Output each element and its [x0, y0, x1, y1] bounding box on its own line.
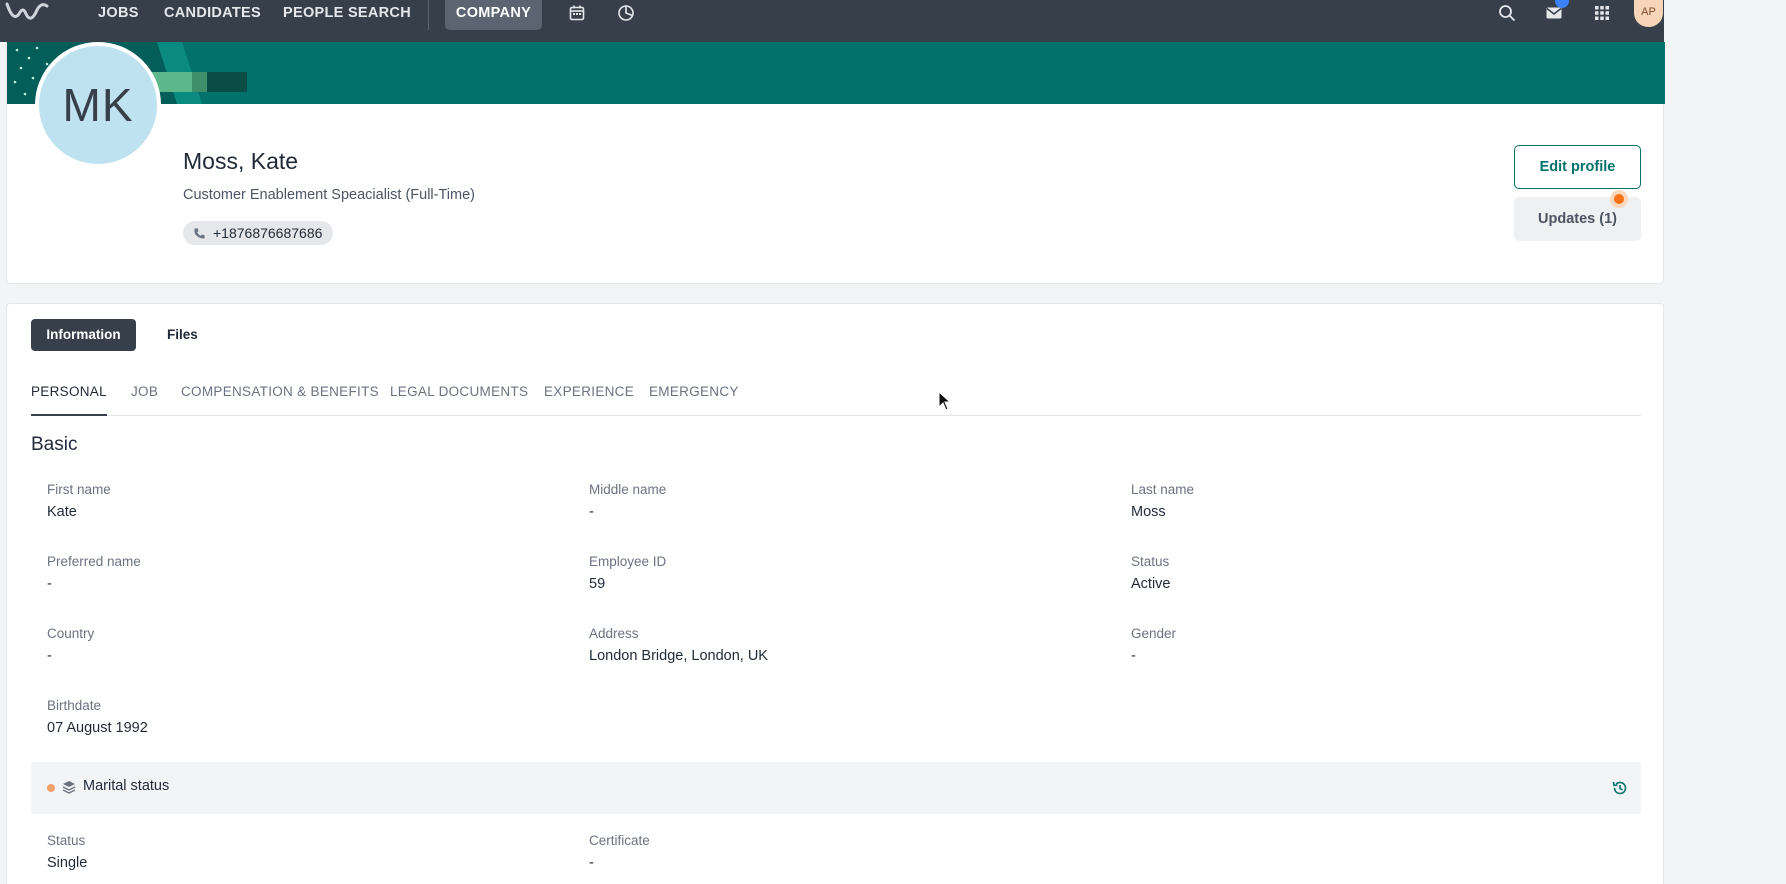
field-label: Gender: [1131, 626, 1177, 641]
field-value: 59: [589, 576, 606, 592]
subtab-compensation-benefits[interactable]: COMPENSATION & BENEFITS: [181, 377, 379, 416]
field-label: Status: [1131, 554, 1170, 569]
field-last-name: Last name Moss: [1131, 482, 1194, 520]
profile-role: Customer Enablement Speacialist (Full-Ti…: [183, 187, 475, 203]
field-label: Last name: [1131, 482, 1195, 497]
field-country: Country -: [47, 626, 94, 664]
field-value: Kate: [47, 504, 77, 520]
field-value: 07 August 1992: [47, 720, 148, 736]
field-label: Country: [47, 626, 95, 641]
pending-change-dot: [47, 784, 55, 792]
phone-chip[interactable]: +1876876687686: [183, 221, 334, 245]
field-value: -: [47, 576, 52, 592]
nav-item-jobs[interactable]: JOBS: [98, 0, 139, 26]
field-gender: Gender -: [1131, 626, 1176, 664]
section-title-basic: Basic: [31, 434, 78, 455]
field-label: Status: [47, 833, 86, 848]
field-label: Birthdate: [47, 698, 102, 713]
field-value: Active: [1131, 576, 1171, 592]
field-value: London Bridge, London, UK: [589, 648, 768, 664]
field-employee-id: Employee ID 59: [589, 554, 666, 592]
phone-number: +1876876687686: [213, 225, 323, 241]
subtab-emergency[interactable]: EMERGENCY: [649, 377, 739, 416]
edit-profile-button[interactable]: Edit profile: [1514, 145, 1641, 189]
information-card: Information Files PERSONAL JOB COMPENSAT…: [6, 303, 1664, 884]
subtab-legal-documents[interactable]: LEGAL DOCUMENTS: [390, 377, 528, 416]
field-preferred-name: Preferred name -: [47, 554, 141, 592]
user-avatar[interactable]: AP: [1634, 0, 1663, 27]
field-label: Middle name: [589, 482, 667, 497]
top-navigation-bar: JOBS CANDIDATES PEOPLE SEARCH COMPANY AP: [0, 0, 1664, 42]
nav-item-company[interactable]: COMPANY: [445, 0, 542, 30]
field-label: Preferred name: [47, 554, 141, 569]
marital-status-header: Marital status: [31, 762, 1641, 814]
field-status: Status Active: [1131, 554, 1171, 592]
profile-avatar: MK: [35, 42, 161, 168]
profile-name: Moss, Kate: [183, 148, 299, 174]
personal-subtabs: PERSONAL JOB COMPENSATION & BENEFITS LEG…: [31, 377, 1641, 416]
field-certificate: Certificate -: [589, 833, 650, 871]
field-middle-name: Middle name -: [589, 482, 666, 520]
field-value: -: [1131, 648, 1136, 664]
profile-header-card: MK Moss, Kate Customer Enablement Speaci…: [6, 42, 1665, 284]
field-value: Moss: [1131, 504, 1166, 520]
field-birthdate: Birthdate 07 August 1992: [47, 698, 148, 736]
nav-divider: [428, 0, 429, 30]
field-label: Address: [589, 626, 639, 641]
nav-item-candidates[interactable]: CANDIDATES: [164, 0, 261, 26]
tab-information[interactable]: Information: [31, 319, 136, 351]
tab-files[interactable]: Files: [167, 319, 198, 351]
history-icon[interactable]: [1611, 779, 1629, 797]
subtab-experience[interactable]: EXPERIENCE: [544, 377, 634, 416]
layers-icon: [62, 781, 76, 794]
search-icon[interactable]: [1498, 4, 1516, 22]
field-address: Address London Bridge, London, UK: [589, 626, 768, 664]
subtab-job[interactable]: JOB: [131, 377, 158, 416]
field-label: First name: [47, 482, 111, 497]
field-value: -: [589, 855, 594, 871]
field-marital-status: Status Single: [47, 833, 87, 871]
subtab-personal[interactable]: PERSONAL: [31, 377, 107, 416]
logo-icon[interactable]: [4, 0, 50, 26]
field-label: Certificate: [589, 833, 650, 848]
apps-grid-icon[interactable]: [1593, 4, 1611, 22]
field-label: Employee ID: [589, 554, 667, 569]
field-value: -: [47, 648, 52, 664]
field-value: Single: [47, 855, 88, 871]
marital-status-title: Marital status: [83, 778, 170, 794]
nav-item-people-search[interactable]: PEOPLE SEARCH: [283, 0, 411, 26]
mail-notification-badge: [1555, 0, 1569, 8]
field-value: -: [589, 504, 594, 520]
field-first-name: First name Kate: [47, 482, 111, 520]
updates-notification-dot: [1610, 190, 1628, 208]
pie-chart-icon[interactable]: [617, 4, 635, 22]
profile-banner: [7, 42, 1665, 104]
phone-icon: [194, 227, 205, 239]
calendar-icon[interactable]: [568, 4, 586, 22]
mouse-cursor-icon: [938, 391, 952, 411]
